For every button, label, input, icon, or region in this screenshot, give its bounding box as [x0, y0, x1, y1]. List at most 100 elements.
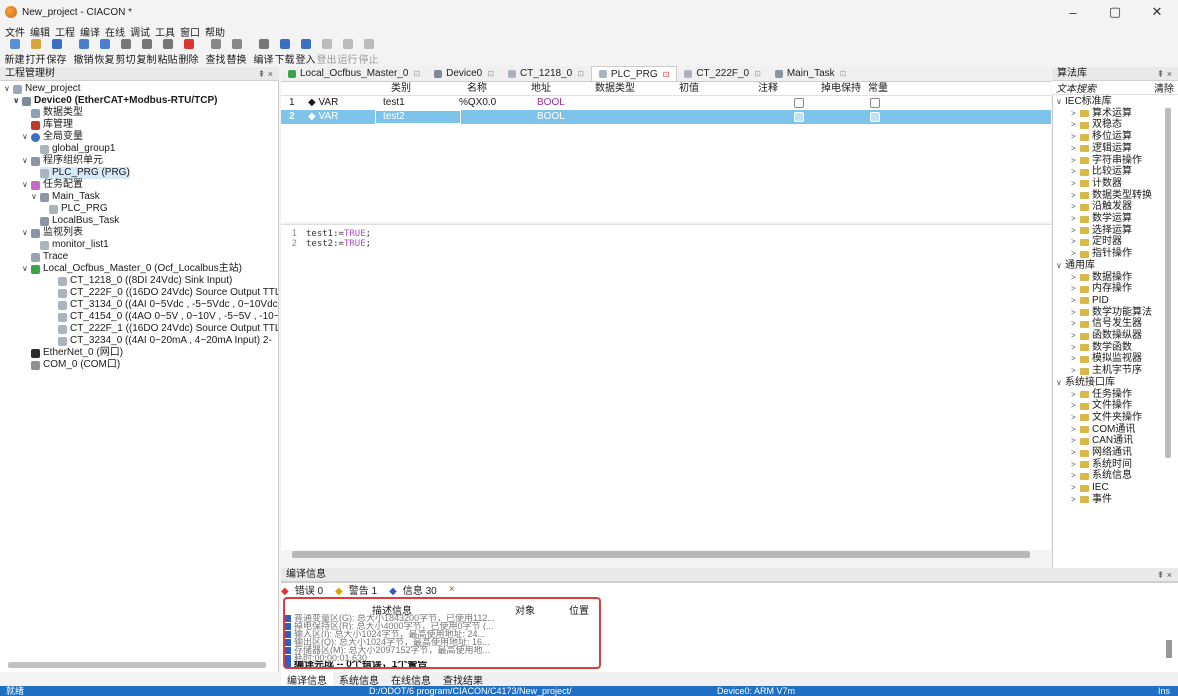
- tab-close-icon[interactable]: ⊡: [413, 69, 420, 78]
- replace-button[interactable]: 替换: [226, 39, 247, 66]
- menu-debug[interactable]: 调试: [130, 24, 150, 39]
- chevron-right-icon[interactable]: >: [1071, 447, 1080, 459]
- menu-build[interactable]: 编译: [80, 24, 100, 39]
- chevron-right-icon[interactable]: >: [1071, 318, 1080, 330]
- var-type[interactable]: BOOL: [537, 110, 565, 124]
- chevron-right-icon[interactable]: >: [1071, 482, 1080, 494]
- var-kind[interactable]: ◆ VAR: [308, 110, 338, 124]
- retain-checkbox[interactable]: [794, 112, 804, 122]
- cut-button[interactable]: 剪切: [115, 39, 136, 66]
- var-kind[interactable]: ◆ VAR: [308, 96, 338, 110]
- undo-button[interactable]: 撤销: [73, 39, 94, 66]
- library-item[interactable]: > 指针操作: [1071, 248, 1132, 260]
- library-item[interactable]: > 事件: [1071, 494, 1112, 506]
- chevron-down-icon[interactable]: ∨: [22, 155, 31, 167]
- chevron-down-icon[interactable]: ∨: [1056, 377, 1065, 389]
- chevron-right-icon[interactable]: >: [1071, 470, 1080, 482]
- redo-button[interactable]: 恢复: [94, 39, 115, 66]
- logout-button[interactable]: 登出: [316, 39, 337, 66]
- tab-close-icon[interactable]: ⊡: [754, 69, 761, 78]
- chevron-right-icon[interactable]: >: [1071, 307, 1080, 319]
- retain-checkbox[interactable]: [794, 98, 804, 108]
- library-item[interactable]: > 数据操作: [1071, 272, 1132, 284]
- library-item[interactable]: > 沿触发器: [1071, 201, 1132, 213]
- library-item[interactable]: > 任务操作: [1071, 389, 1132, 401]
- library-item[interactable]: > 文件夹操作: [1071, 412, 1142, 424]
- library-item[interactable]: > 数据类型转换: [1071, 190, 1152, 202]
- library-item[interactable]: > 系统时间: [1071, 459, 1132, 471]
- library-item[interactable]: > 模拟监视器: [1071, 353, 1142, 365]
- tree-node-ct-222f-0[interactable]: CT_222F_0 ((16DO 24Vdc) Source Output TT…: [58, 287, 278, 299]
- tree-horizontal-scrollbar[interactable]: [8, 662, 266, 668]
- clear-messages-icon[interactable]: ×: [449, 584, 455, 595]
- library-item[interactable]: > 网络通讯: [1071, 447, 1132, 459]
- library-item[interactable]: > 比较运算: [1071, 166, 1132, 178]
- menu-project[interactable]: 工程: [55, 24, 75, 39]
- menu-edit[interactable]: 编辑: [30, 24, 50, 39]
- library-item[interactable]: > 数学功能算法: [1071, 307, 1152, 319]
- find-button[interactable]: 查找: [205, 39, 226, 66]
- chevron-down-icon[interactable]: ∨: [1056, 260, 1065, 272]
- tree-node-task-plc-prg[interactable]: PLC_PRG: [49, 203, 108, 215]
- chevron-down-icon[interactable]: ∨: [22, 179, 31, 191]
- tab-online-info[interactable]: 在线信息: [385, 672, 437, 687]
- library-item[interactable]: > 选择运算: [1071, 225, 1132, 237]
- tree-node-main-task[interactable]: ∨ Main_Task: [31, 191, 100, 203]
- tab-compile-info[interactable]: 编译信息: [281, 671, 333, 687]
- chevron-down-icon[interactable]: ∨: [22, 131, 31, 143]
- chevron-right-icon[interactable]: >: [1071, 201, 1080, 213]
- chevron-right-icon[interactable]: >: [1071, 166, 1080, 178]
- infos-filter[interactable]: ◆ 信息 30: [389, 582, 443, 597]
- chevron-down-icon[interactable]: ∨: [22, 263, 31, 275]
- copy-button[interactable]: 复制: [136, 39, 157, 66]
- chevron-right-icon[interactable]: >: [1071, 330, 1080, 342]
- chevron-right-icon[interactable]: >: [1071, 108, 1080, 120]
- chevron-right-icon[interactable]: >: [1071, 248, 1080, 260]
- pin-close-icon[interactable]: ⇞ ×: [1157, 568, 1172, 582]
- var-name[interactable]: test1: [383, 96, 405, 110]
- library-group[interactable]: ∨ 通用库: [1056, 260, 1095, 272]
- save-button[interactable]: 保存: [46, 39, 67, 66]
- chevron-down-icon[interactable]: ∨: [1056, 96, 1065, 108]
- stop-button[interactable]: 停止: [358, 39, 379, 66]
- tree-node-tasks[interactable]: ∨ 任务配置: [22, 179, 83, 191]
- library-item[interactable]: > PID: [1071, 295, 1109, 307]
- code-editor[interactable]: 1 test1:=TRUE; 2 test2:=TRUE;: [281, 224, 1051, 550]
- chevron-right-icon[interactable]: >: [1071, 178, 1080, 190]
- chevron-right-icon[interactable]: >: [1071, 155, 1080, 167]
- paste-button[interactable]: 粘贴: [157, 39, 178, 66]
- tree-node-global-group[interactable]: global_group1: [40, 143, 115, 155]
- tree-node-trace[interactable]: Trace: [31, 251, 68, 263]
- chevron-right-icon[interactable]: >: [1071, 424, 1080, 436]
- chevron-right-icon[interactable]: >: [1071, 389, 1080, 401]
- library-item[interactable]: > COM通讯: [1071, 424, 1135, 436]
- chevron-down-icon[interactable]: ∨: [4, 83, 13, 95]
- library-item[interactable]: > 逻辑运算: [1071, 143, 1132, 155]
- tab-close-icon[interactable]: ⊡: [577, 69, 584, 78]
- tab-find-results[interactable]: 查找结果: [437, 672, 489, 687]
- tree-node-datatypes[interactable]: 数据类型: [31, 107, 83, 119]
- library-item[interactable]: > 移位运算: [1071, 131, 1132, 143]
- chevron-right-icon[interactable]: >: [1071, 225, 1080, 237]
- tree-node-device[interactable]: ∨ Device0 (EtherCAT+Modbus-RTU/TCP): [13, 95, 217, 107]
- chevron-right-icon[interactable]: >: [1071, 342, 1080, 354]
- library-item[interactable]: > IEC: [1071, 482, 1109, 494]
- tree-node-localbus-task[interactable]: LocalBus_Task: [40, 215, 119, 227]
- menu-window[interactable]: 窗口: [180, 24, 200, 39]
- new-button[interactable]: 新建: [4, 39, 25, 66]
- tab-ct-1218[interactable]: CT_1218_0 ⊡: [501, 66, 591, 81]
- open-button[interactable]: 打开: [25, 39, 46, 66]
- constant-checkbox[interactable]: [870, 98, 880, 108]
- menu-tools[interactable]: 工具: [155, 24, 175, 39]
- compile-vertical-scrollbar[interactable]: [1166, 640, 1172, 658]
- chevron-right-icon[interactable]: >: [1071, 236, 1080, 248]
- menu-online[interactable]: 在线: [105, 24, 125, 39]
- chevron-right-icon[interactable]: >: [1071, 400, 1080, 412]
- tree-node-library[interactable]: 库管理: [31, 119, 73, 131]
- errors-filter[interactable]: ◆ 错误 0: [281, 582, 329, 597]
- chevron-right-icon[interactable]: >: [1071, 353, 1080, 365]
- library-vertical-scrollbar[interactable]: [1165, 108, 1171, 458]
- library-item[interactable]: > 系统信息: [1071, 470, 1132, 482]
- library-item[interactable]: > 双稳态: [1071, 119, 1122, 131]
- tab-ct-222f[interactable]: CT_222F_0 ⊡: [677, 66, 768, 81]
